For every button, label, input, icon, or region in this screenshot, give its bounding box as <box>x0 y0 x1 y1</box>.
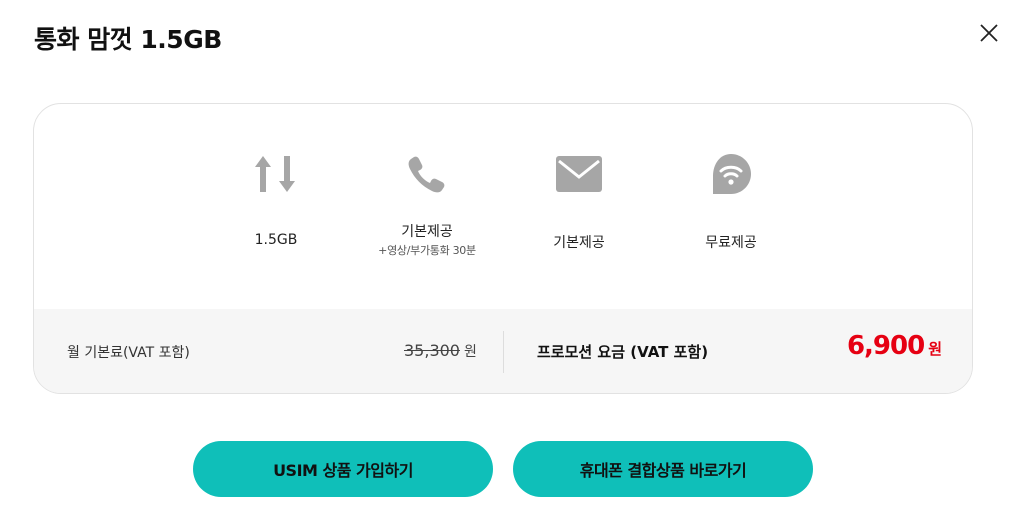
data-transfer-icon <box>252 152 300 196</box>
promo-price: 6,900 원 <box>847 331 942 361</box>
promo-price-unit: 원 <box>928 340 942 358</box>
plan-card: 1.5GB 기본제공 +영상/부가통화 30분 기본제공 무료제공 월 기본료(… <box>33 103 973 394</box>
original-price-value: 35,300 <box>404 341 460 360</box>
phone-bundle-button[interactable]: 휴대폰 결합상품 바로가기 <box>513 441 813 497</box>
feature-wifi-label: 무료제공 <box>705 235 757 251</box>
usim-signup-button[interactable]: USIM 상품 가입하기 <box>193 441 493 497</box>
page-title: 통화 맘껏 1.5GB <box>34 25 222 54</box>
price-divider <box>503 331 504 373</box>
monthly-fee-label: 월 기본료(VAT 포함) <box>67 345 190 361</box>
feature-voice-sub: +영상/부가통화 30분 <box>378 244 476 257</box>
phone-icon <box>403 152 451 196</box>
feature-sms-label: 기본제공 <box>553 235 605 251</box>
original-price: 35,300 원 <box>404 341 477 361</box>
close-icon[interactable] <box>976 20 1002 46</box>
price-bar: 월 기본료(VAT 포함) 35,300 원 프로모션 요금 (VAT 포함) 6… <box>34 309 972 393</box>
original-price-unit: 원 <box>463 344 477 360</box>
feature-data-label: 1.5GB <box>254 232 298 248</box>
wifi-icon <box>707 152 755 196</box>
promo-price-value: 6,900 <box>846 331 925 361</box>
feature-voice-label: 기본제공 <box>401 224 453 240</box>
mail-icon <box>555 152 603 196</box>
promo-fee-label: 프로모션 요금 (VAT 포함) <box>537 343 709 361</box>
